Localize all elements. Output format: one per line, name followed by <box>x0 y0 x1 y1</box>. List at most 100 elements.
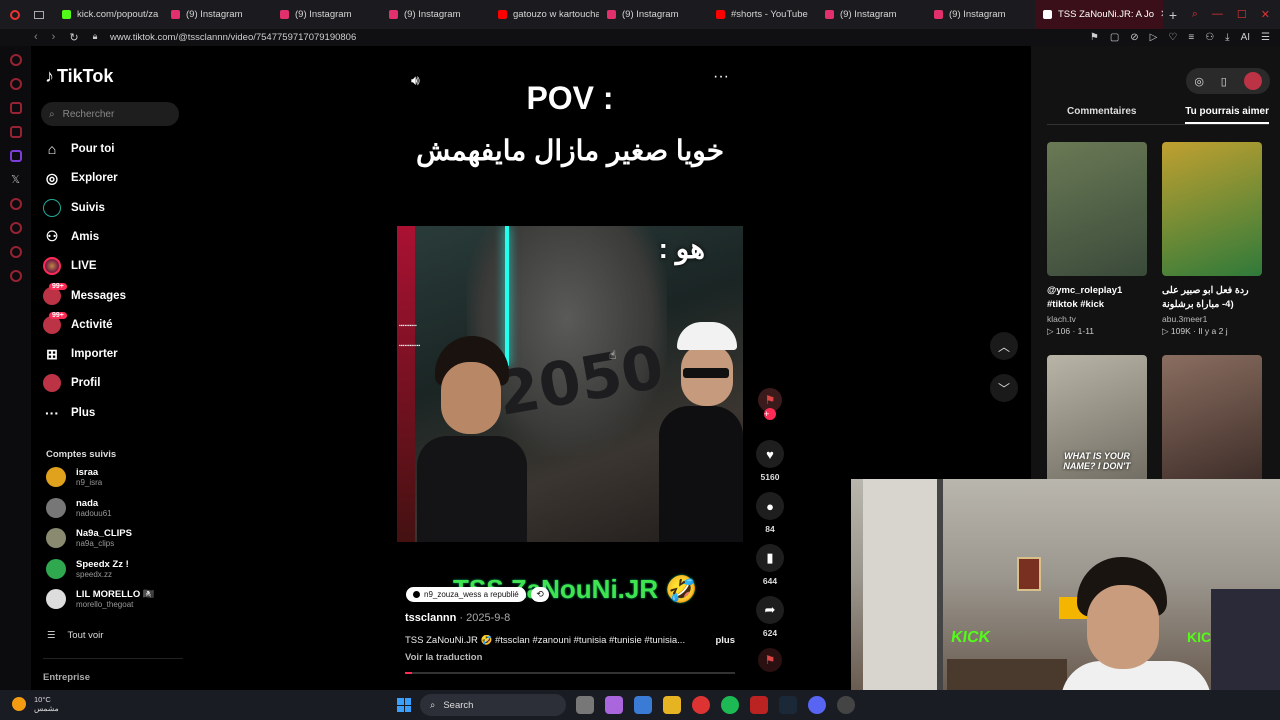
history-icon[interactable] <box>9 222 22 234</box>
bookmark-icon[interactable]: ⚑ <box>1090 32 1099 43</box>
maximize-button[interactable]: ☐ <box>1237 8 1247 21</box>
video-thumbnail[interactable]: WHAT IS YOUR NAME? I DON'T <box>1047 355 1147 489</box>
nav-item[interactable]: Suivis <box>43 196 105 220</box>
nav-item[interactable]: ⌂ Pour toi <box>43 137 115 161</box>
suggested-video[interactable] <box>1162 355 1262 489</box>
next-video-button[interactable]: ﹀ <box>990 374 1018 402</box>
nav-item[interactable]: ··· Plus <box>43 401 95 425</box>
author-name[interactable]: tssclannn <box>405 612 456 624</box>
spotify-icon[interactable] <box>721 696 739 714</box>
close-window-button[interactable]: ✕ <box>1261 8 1270 21</box>
suggested-video[interactable]: WHAT IS YOUR NAME? I DON'T <box>1047 355 1147 489</box>
video-thumbnail[interactable] <box>1162 355 1262 489</box>
account-icon[interactable]: ⚇ <box>1205 32 1214 43</box>
share-action[interactable]: ➦ 624 <box>756 596 784 638</box>
compass-icon[interactable]: ◎ <box>1194 75 1204 88</box>
opera-logo-icon[interactable] <box>10 9 20 20</box>
twitch-icon[interactable] <box>9 150 22 162</box>
tab-suggestions[interactable]: Tu pourrais aimer <box>1185 106 1269 124</box>
user-avatar[interactable] <box>1243 72 1262 90</box>
nav-item[interactable]: 99+ Activité <box>43 311 113 337</box>
task-view-icon[interactable] <box>576 696 594 714</box>
extensions-icon[interactable] <box>9 246 22 258</box>
taskbar-search[interactable]: ⌕ Search <box>420 694 566 716</box>
opera-youtube-icon[interactable] <box>9 126 22 138</box>
video-author[interactable]: klach.tv <box>1047 314 1147 324</box>
heart-icon[interactable]: ♥ <box>756 440 784 468</box>
video-title[interactable]: ردة فعل ابو صبير على (4- مباراة برشلونة … <box>1162 284 1262 312</box>
followed-account[interactable]: nada nadouu61 <box>46 496 112 520</box>
suggested-video[interactable]: @ymc_roleplay1 #tiktok #kick klach.tv ▷ … <box>1047 142 1147 337</box>
comment-action[interactable]: ● 84 <box>756 492 784 534</box>
discord-icon[interactable] <box>808 696 826 714</box>
x-twitter-icon[interactable]: 𝕏 <box>10 174 22 186</box>
video-progress[interactable] <box>405 672 735 674</box>
nav-item[interactable]: LIVE <box>43 254 97 278</box>
nav-item[interactable]: ⚇ Amis <box>43 225 99 249</box>
browser-tab[interactable]: (9) Instagram <box>381 0 490 29</box>
video-thumbnail[interactable] <box>1162 142 1262 276</box>
browser-tab[interactable]: #shorts - YouTube <box>708 0 817 29</box>
more-link[interactable]: plus <box>715 635 735 646</box>
browser-tab[interactable]: (9) Instagram <box>926 0 1035 29</box>
browser-tab[interactable]: (9) Instagram <box>272 0 381 29</box>
heart-icon[interactable]: ♡ <box>1168 32 1177 43</box>
video-title[interactable]: @ymc_roleplay1 #tiktok #kick <box>1047 284 1147 312</box>
video-player[interactable]: 🔊︎ ··· POV : خويا صغير مازال مايفهمش 205… <box>397 62 743 682</box>
new-tab-button[interactable]: + <box>1163 7 1183 23</box>
reload-button[interactable]: ↻ <box>69 31 78 44</box>
browser-tab[interactable]: TSS ZaNouNi.JR: A Jo✕ <box>1035 0 1163 29</box>
windows-start-icon[interactable] <box>397 698 411 712</box>
like-action[interactable]: ♥ 5160 <box>756 440 784 482</box>
repost-pill[interactable]: n9_zouza_wess a republié <box>406 587 526 602</box>
followed-account[interactable]: Speedx Zz ! speedx.zz <box>46 557 129 581</box>
url-field[interactable]: www.tiktok.com/@tssclannn/video/75477597… <box>110 32 1090 43</box>
save-action[interactable]: ▮ 644 <box>756 544 784 586</box>
store-icon[interactable] <box>634 696 652 714</box>
music-disc-icon[interactable]: ⚑ <box>758 648 782 672</box>
device-icon[interactable]: ▯ <box>1221 75 1227 88</box>
settings-icon[interactable] <box>9 270 22 282</box>
video-thumbnail[interactable] <box>1047 142 1147 276</box>
search-tabs-icon[interactable]: ⌕ <box>1192 8 1198 21</box>
nav-item[interactable]: ◎ Explorer <box>43 166 118 190</box>
tab-menu-icon[interactable] <box>34 10 44 19</box>
creator-avatar[interactable]: ⚑ + <box>758 388 782 420</box>
tiktok-logo[interactable]: ♪ TikTok <box>45 66 113 87</box>
nav-item[interactable]: Profil <box>43 371 100 395</box>
browser-tab[interactable]: (9) Instagram <box>599 0 708 29</box>
translate-link[interactable]: Voir la traduction <box>405 652 482 663</box>
repost-icon[interactable]: ⟲ <box>531 587 549 602</box>
opera-aria-icon[interactable] <box>9 54 22 66</box>
opera-player-icon[interactable] <box>9 198 22 210</box>
opera-icon[interactable] <box>692 696 710 714</box>
followed-account[interactable]: LIL MORELLO 🏴‍☠️ morello_thegoat <box>46 587 155 611</box>
download-icon[interactable]: ⤓ <box>1225 32 1229 43</box>
search-input[interactable]: Rechercher <box>63 109 115 120</box>
player-icon[interactable]: ▷ <box>1150 32 1158 43</box>
browser-tab[interactable]: gatouzo w kartoucha <box>490 0 599 29</box>
minimize-button[interactable]: — <box>1212 8 1223 21</box>
comment-icon[interactable]: ● <box>756 492 784 520</box>
nav-item[interactable]: ⊞ Importer <box>43 342 118 366</box>
suggested-video[interactable]: ردة فعل ابو صبير على (4- مباراة برشلونة … <box>1162 142 1262 337</box>
forward-button[interactable]: › <box>52 31 56 44</box>
steam-icon[interactable] <box>779 696 797 714</box>
opera-messenger-icon[interactable] <box>9 78 22 90</box>
settings-app-icon[interactable] <box>837 696 855 714</box>
valorant-icon[interactable] <box>750 696 768 714</box>
follow-plus-icon[interactable]: + <box>764 408 776 420</box>
back-button[interactable]: ‹ <box>34 31 38 44</box>
previous-video-button[interactable]: ︿ <box>990 332 1018 360</box>
browser-tab[interactable]: kick.com/popout/za <box>54 0 163 29</box>
snapshot-icon[interactable]: ▢ <box>1110 32 1119 43</box>
browser-tab[interactable]: (9) Instagram <box>163 0 272 29</box>
aria-icon[interactable]: AI <box>1241 32 1250 43</box>
menu-icon[interactable]: ≡ <box>1188 32 1194 43</box>
see-all-link[interactable]: ☰ Tout voir <box>47 630 103 641</box>
share-icon[interactable]: ➦ <box>756 596 784 624</box>
copilot-icon[interactable] <box>605 696 623 714</box>
adblock-icon[interactable]: ⊘ <box>1130 32 1138 43</box>
followed-account[interactable]: israa n9_isra <box>46 465 102 489</box>
bookmark-icon[interactable]: ▮ <box>756 544 784 572</box>
